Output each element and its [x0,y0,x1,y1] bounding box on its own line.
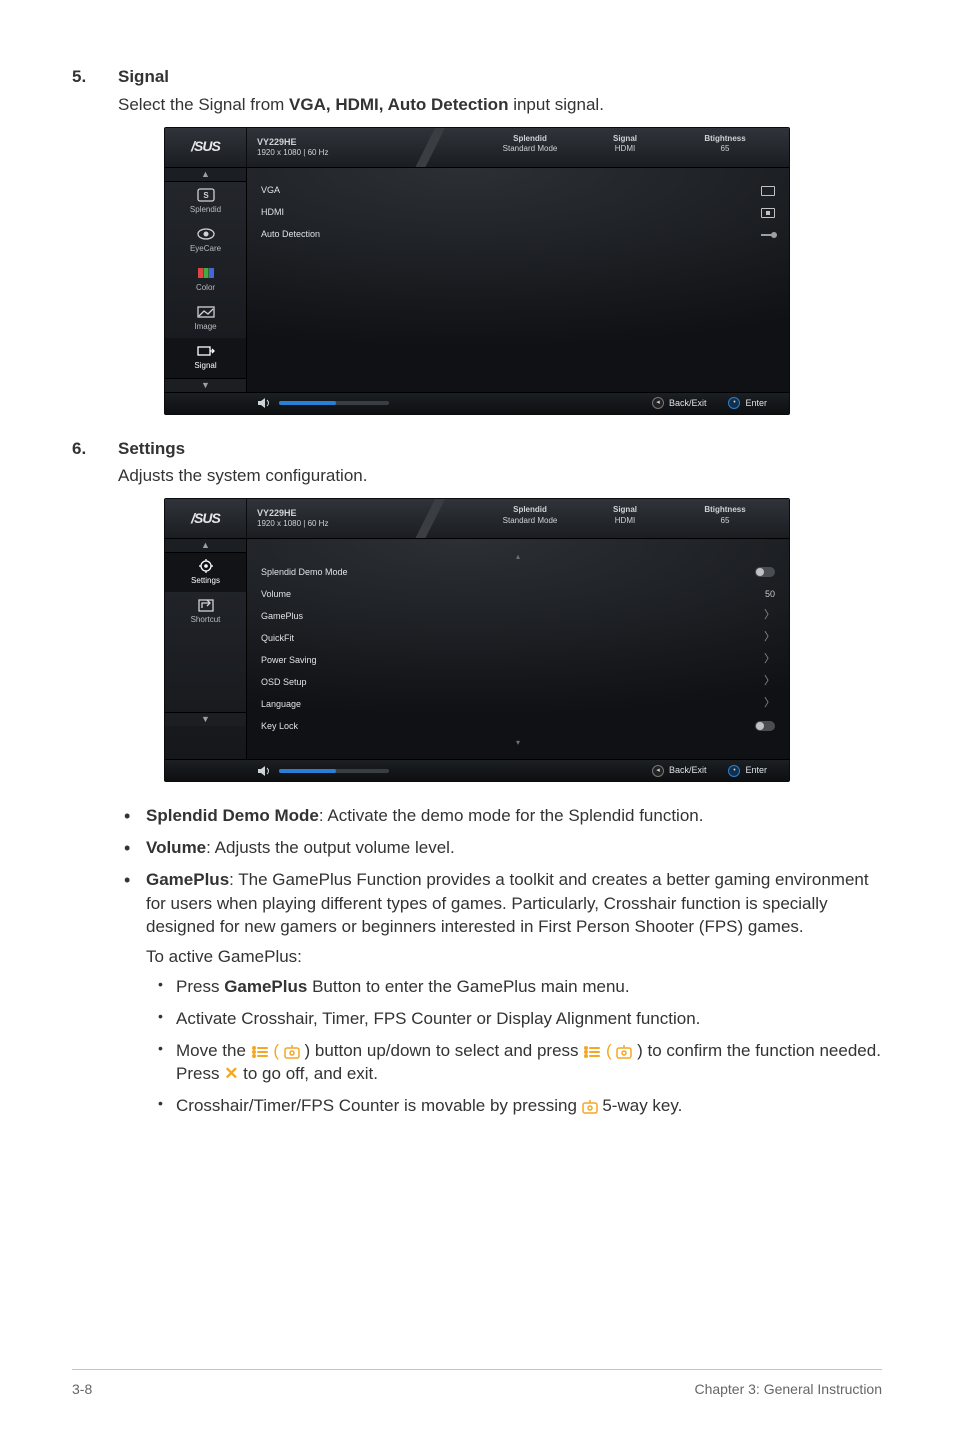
sidebar-item-splendid[interactable]: S Splendid [165,182,246,221]
speaker-icon [257,765,271,777]
osd-scroll-up[interactable]: ▲ [165,539,246,553]
menu-list-icon [583,1045,601,1059]
toggle-icon [755,567,775,577]
osd-stat-brightness: Btightness65 [685,134,765,155]
sidebar-item-eyecare[interactable]: EyeCare [165,221,246,260]
auto-icon [761,234,775,236]
joystick-icon [616,1045,632,1059]
bullet-volume: Volume: Adjusts the output volume level. [118,836,882,860]
osd-logo: /SUS [165,128,247,167]
sidebar-item-signal[interactable]: Signal [165,338,246,377]
osd-list-scroll-down[interactable]: ▾ [261,737,775,747]
osd-option-volume[interactable]: Volume50 [261,583,775,605]
color-icon [196,266,216,280]
osd-logo: /SUS [165,499,247,538]
gameplus-intro: To active GamePlus: [146,945,882,969]
osd-divider [415,499,445,538]
osd-model: VY229HE 1920 x 1080 | 60 Hz [247,137,338,157]
osd-option-language[interactable]: Language〉 [261,693,775,715]
osd-option-hdmi[interactable]: HDMI [261,202,775,224]
sub-bullet-movable: Crosshair/Timer/FPS Counter is movable b… [146,1094,882,1118]
osd-stat-signal: SignalHDMI [595,505,655,526]
section-6-number: 6. [72,437,118,461]
signal-icon [196,344,216,358]
sub-bullet-press-gameplus: Press GamePlus Button to enter the GameP… [146,975,882,999]
section-5-title: Signal [118,65,169,89]
osd-enter[interactable]: •Enter [728,397,767,410]
menu-list-icon [251,1045,269,1059]
osd-stat-signal: SignalHDMI [595,134,655,155]
image-icon [196,305,216,319]
osd-scroll-up[interactable]: ▲ [165,168,246,182]
sidebar-item-image[interactable]: Image [165,299,246,338]
osd-option-gameplus[interactable]: GamePlus〉 [261,605,775,627]
osd-scroll-down[interactable]: ▼ [165,378,246,392]
osd-option-power-saving[interactable]: Power Saving〉 [261,649,775,671]
osd-stat-splendid: SplendidStandard Mode [485,134,575,155]
osd-scroll-down[interactable]: ▼ [165,712,246,726]
osd-settings-panel: /SUS VY229HE 1920 x 1080 | 60 Hz Splendi… [164,498,790,782]
sidebar-item-color[interactable]: Color [165,260,246,299]
osd-option-auto-detection[interactable]: Auto Detection [261,224,775,246]
osd-back-exit[interactable]: ◂Back/Exit [652,397,707,410]
chapter-label: Chapter 3: General Instruction [694,1380,882,1400]
bullet-splendid-demo: Splendid Demo Mode: Activate the demo mo… [118,804,882,828]
osd-volume-bar [257,765,389,777]
osd-enter[interactable]: •Enter [728,764,767,777]
osd-divider [415,128,445,167]
section-5-number: 5. [72,65,118,89]
hdmi-icon [761,208,775,218]
sub-bullet-activate: Activate Crosshair, Timer, FPS Counter o… [146,1007,882,1031]
close-x-icon: ✕ [224,1064,238,1083]
osd-sidebar: ▲ S Splendid EyeCare Color Image [165,168,247,392]
shortcut-icon [196,598,216,612]
osd-option-osd-setup[interactable]: OSD Setup〉 [261,671,775,693]
osd-sidebar: ▲ Settings Shortcut ▼ [165,539,247,759]
settings-icon [196,559,216,573]
osd-option-vga[interactable]: VGA [261,180,775,202]
toggle-icon [755,721,775,731]
vga-icon [761,186,775,196]
chevron-right-icon: 〉 [764,674,775,689]
joystick-icon [284,1045,300,1059]
joystick-icon [582,1100,598,1114]
chevron-right-icon: 〉 [764,630,775,645]
speaker-icon [257,397,271,409]
osd-list-scroll-up[interactable]: ▴ [261,551,775,561]
section-6-subtitle: Adjusts the system configuration. [118,464,882,488]
svg-text:S: S [203,191,209,200]
sidebar-item-settings[interactable]: Settings [165,553,246,592]
page-number: 3-8 [72,1380,92,1400]
section-5-subtitle: Select the Signal from VGA, HDMI, Auto D… [118,93,882,117]
osd-back-exit[interactable]: ◂Back/Exit [652,764,707,777]
chevron-right-icon: 〉 [764,696,775,711]
osd-volume-bar [257,397,389,409]
osd-model: VY229HE 1920 x 1080 | 60 Hz [247,508,338,528]
chevron-right-icon: 〉 [764,608,775,623]
section-6-title: Settings [118,437,185,461]
splendid-icon: S [196,188,216,202]
osd-signal-panel: /SUS VY229HE 1920 x 1080 | 60 Hz Splendi… [164,127,790,415]
bullet-gameplus: GamePlus: The GamePlus Function provides… [118,868,882,1118]
sidebar-item-shortcut[interactable]: Shortcut [165,592,246,631]
osd-stat-splendid: SplendidStandard Mode [485,505,575,526]
osd-option-quickfit[interactable]: QuickFit〉 [261,627,775,649]
sub-bullet-move: Move the ( ) button up/down to select an… [146,1039,882,1087]
osd-option-key-lock[interactable]: Key Lock [261,715,775,737]
osd-option-splendid-demo[interactable]: Splendid Demo Mode [261,561,775,583]
eyecare-icon [196,227,216,241]
chevron-right-icon: 〉 [764,652,775,667]
osd-stat-brightness: Btightness65 [685,505,765,526]
